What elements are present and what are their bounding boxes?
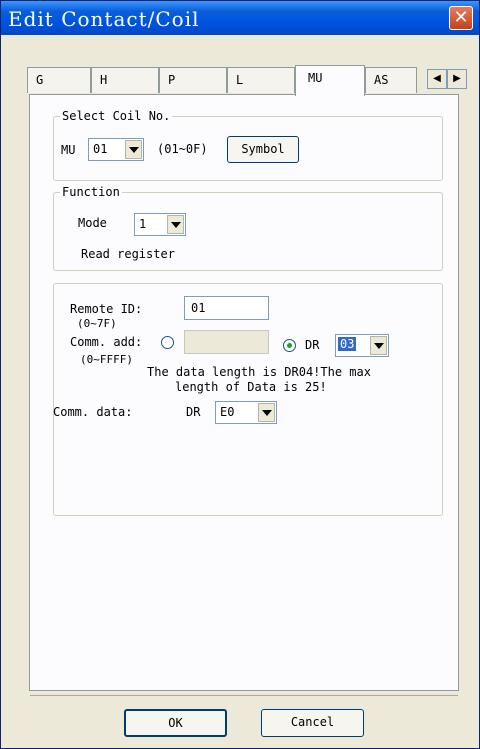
mode-label: Mode	[78, 216, 107, 230]
tab-strip: G H P L MU AS ◀ ▶	[27, 65, 477, 96]
chevron-down-icon[interactable]	[258, 403, 275, 422]
tab-label: AS	[374, 73, 389, 87]
coil-number-value: 01	[93, 142, 108, 156]
tab-p[interactable]: P	[159, 67, 227, 93]
comm-add-range: (0~FFFF)	[80, 353, 133, 366]
close-button[interactable]: ✕	[449, 6, 473, 30]
comm-dr-select[interactable]: 03	[335, 334, 389, 357]
function-description: Read register	[81, 247, 175, 261]
chevron-down-icon[interactable]	[125, 140, 142, 159]
ok-button-label: OK	[168, 716, 183, 730]
remote-id-value: 01	[191, 301, 206, 315]
tab-label: L	[236, 73, 244, 87]
tab-label: G	[36, 73, 44, 87]
tab-scroll-right-button[interactable]: ▶	[447, 69, 467, 89]
symbol-button-label: Symbol	[241, 142, 285, 156]
mode-select[interactable]: 1	[134, 213, 186, 236]
comm-dr-radio[interactable]	[283, 339, 296, 352]
comm-dr-value: 03	[338, 337, 357, 351]
tab-l[interactable]: L	[227, 67, 295, 93]
remote-id-input[interactable]: 01	[184, 296, 269, 320]
mode-value: 1	[139, 217, 147, 231]
remote-id-label: Remote ID:	[70, 302, 143, 316]
data-length-info-line1: The data length is DR04!The max	[147, 365, 371, 379]
tab-panel: Select Coil No. MU 01 (01~0F) Symbol Fun…	[29, 94, 459, 691]
function-legend: Function	[62, 185, 120, 199]
symbol-button[interactable]: Symbol	[227, 136, 299, 163]
coil-prefix-label: MU	[61, 143, 76, 157]
comm-add-label: Comm. add:	[70, 335, 143, 349]
comm-data-value: E0	[220, 405, 235, 419]
comm-data-select[interactable]: E0	[215, 401, 277, 424]
title-bar[interactable]: Edit Contact/Coil ✕	[1, 1, 479, 35]
comm-dr-label: DR	[305, 338, 320, 352]
select-coil-legend: Select Coil No.	[62, 109, 171, 123]
chevron-down-icon[interactable]	[167, 215, 184, 234]
tab-label: MU	[308, 71, 323, 85]
edit-contact-coil-dialog: Edit Contact/Coil ✕ G H P L MU AS ◀ ▶ Se…	[0, 0, 480, 749]
coil-number-select[interactable]: 01	[88, 138, 144, 161]
tab-label: H	[100, 73, 108, 87]
ok-button[interactable]: OK	[124, 709, 227, 737]
tab-as[interactable]: AS	[365, 67, 417, 93]
window-title: Edit Contact/Coil	[8, 7, 200, 31]
tab-scroll-left-button[interactable]: ◀	[427, 69, 447, 89]
cancel-button[interactable]: Cancel	[261, 709, 364, 737]
comm-data-label: Comm. data:	[53, 405, 133, 419]
chevron-down-icon[interactable]	[370, 336, 387, 355]
cancel-button-label: Cancel	[290, 715, 335, 729]
remote-id-range: (0~7F)	[77, 317, 117, 330]
tab-g[interactable]: G	[27, 67, 91, 93]
tab-h[interactable]: H	[91, 67, 159, 93]
tab-label: P	[168, 73, 176, 87]
data-length-info-line2: length of Data is 25!	[175, 380, 327, 394]
arrow-left-icon: ◀	[433, 73, 441, 84]
close-icon: ✕	[453, 7, 469, 28]
arrow-right-icon: ▶	[453, 73, 461, 84]
comm-add-input[interactable]	[184, 330, 269, 354]
tab-mu[interactable]: MU	[295, 65, 365, 96]
comm-add-radio[interactable]	[161, 336, 174, 349]
coil-range-label: (01~0F)	[157, 142, 208, 156]
comm-data-dr-label: DR	[186, 405, 201, 419]
footer-divider	[30, 695, 458, 696]
